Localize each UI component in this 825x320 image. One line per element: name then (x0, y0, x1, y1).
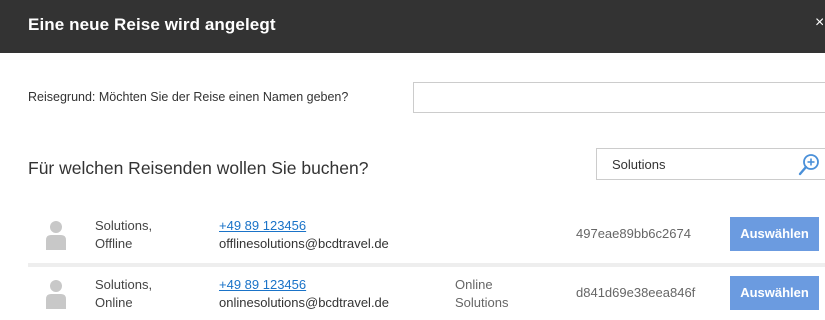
traveler-name: Solutions, Online (95, 276, 205, 312)
traveler-row: Solutions, Online +49 89 123456 onlineso… (28, 268, 825, 320)
search-plus-icon[interactable] (797, 153, 821, 177)
traveler-company-line2: Solutions (455, 295, 509, 310)
traveler-name: Solutions, Offline (95, 217, 205, 253)
traveler-id: d841d69e38eea846f (576, 285, 696, 300)
person-icon (46, 221, 66, 250)
traveler-phone-link[interactable]: +49 89 123456 (219, 217, 389, 235)
traveler-company-line1: Online (455, 277, 493, 292)
select-traveler-button[interactable]: Auswählen (730, 217, 819, 251)
close-icon[interactable]: × (815, 14, 823, 34)
person-icon (46, 280, 66, 309)
traveler-email: onlinesolutions@bcdtravel.de (219, 295, 390, 310)
traveler-company: Online Solutions (455, 276, 555, 312)
trip-name-input[interactable] (413, 82, 825, 113)
traveler-search-input[interactable] (597, 149, 787, 179)
traveler-name-last: Solutions, (95, 218, 153, 233)
traveler-email: offlinesolutions@bcdtravel.de (219, 236, 389, 251)
reason-label: Reisegrund: Möchten Sie der Reise einen … (28, 90, 349, 104)
traveler-contact: +49 89 123456 onlinesolutions@bcdtravel.… (219, 276, 389, 312)
traveler-search-box (596, 148, 825, 180)
row-divider (28, 263, 825, 267)
traveler-name-first: Offline (95, 236, 133, 251)
traveler-id: 497eae89bb6c2674 (576, 226, 691, 241)
traveler-phone-link[interactable]: +49 89 123456 (219, 276, 389, 294)
travelers-section-title: Für welchen Reisenden wollen Sie buchen? (28, 158, 369, 178)
traveler-name-last: Solutions, (95, 277, 153, 292)
traveler-contact: +49 89 123456 offlinesolutions@bcdtravel… (219, 217, 389, 253)
select-traveler-button[interactable]: Auswählen (730, 276, 819, 310)
dialog-title: Eine neue Reise wird angelegt (28, 15, 276, 34)
traveler-name-first: Online (95, 295, 133, 310)
traveler-row: Solutions, Offline +49 89 123456 offline… (28, 209, 825, 261)
dialog-titlebar: Eine neue Reise wird angelegt × (0, 0, 825, 53)
